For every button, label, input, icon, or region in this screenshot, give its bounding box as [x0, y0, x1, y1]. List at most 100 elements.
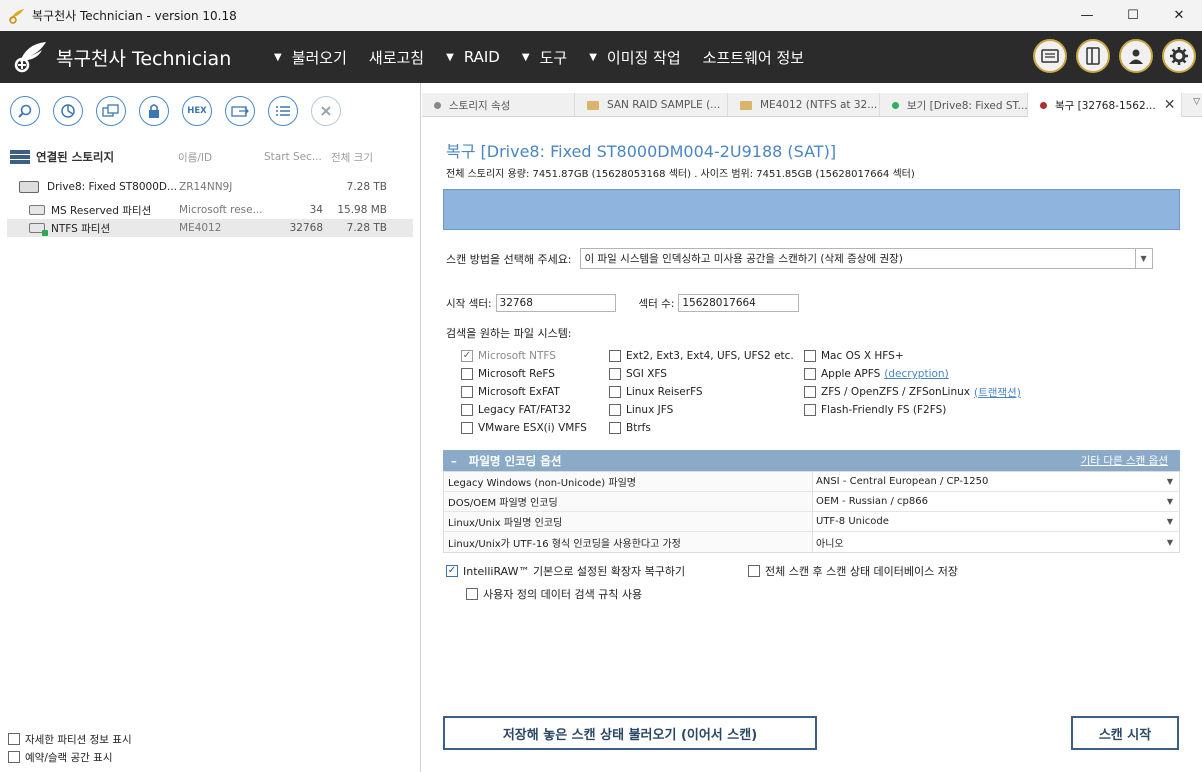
partition-icon	[29, 205, 45, 215]
scan-method-select[interactable]: 이 파일 시스템을 인덱싱하고 미사용 공간을 스캔하기 (삭제 증상에 권장)…	[579, 248, 1153, 269]
fs-option-apfs[interactable]: Apple APFS (decryption)	[804, 365, 1021, 383]
intelliraw-option[interactable]: ✓ IntelliRAW™ 기본으로 설정된 확장자 복구하기	[446, 563, 685, 579]
checkbox[interactable]	[466, 588, 478, 600]
fs-option-xfs[interactable]: SGI XFS	[609, 365, 794, 383]
storage-row-partition-selected[interactable]: NTFS 파티션 ME4012 32768 7.28 TB	[7, 219, 413, 237]
list-icon[interactable]	[268, 96, 298, 126]
user-icon[interactable]	[1119, 39, 1153, 73]
menu-refresh[interactable]: 새로고침	[369, 47, 424, 68]
close-icon[interactable]	[311, 96, 341, 126]
start-sector-input[interactable]: 32768	[495, 294, 616, 312]
apfs-decryption-link[interactable]: (decryption)	[884, 368, 948, 380]
checkbox[interactable]	[461, 368, 473, 380]
chevron-down-icon[interactable]: ▼	[1167, 477, 1173, 486]
custom-rules-option[interactable]: 사용자 정의 데이터 검색 규칙 사용	[466, 586, 642, 602]
lock-icon[interactable]	[139, 96, 169, 126]
fs-option-vmfs[interactable]: VMware ESX(i) VMFS	[461, 419, 587, 437]
fs-option-exfat[interactable]: Microsoft ExFAT	[461, 383, 587, 401]
chevron-down-icon[interactable]: ▼	[1134, 249, 1152, 268]
fs-option-ext[interactable]: Ext2, Ext3, Ext4, UFS, UFS2 etc.	[609, 347, 794, 365]
card-icon[interactable]	[1033, 39, 1067, 73]
col-name-id[interactable]: 이름/ID	[178, 150, 264, 165]
tab-view-drive8[interactable]: 보기 [Drive8: Fixed ST...	[880, 93, 1028, 117]
fs-option-f2fs[interactable]: Flash-Friendly FS (F2FS)	[804, 401, 1021, 419]
fs-option-refs[interactable]: Microsoft ReFS	[461, 365, 587, 383]
storage-row-drive[interactable]: Drive8: Fixed ST8000D... ZR14NN9J 7.28 T…	[19, 178, 413, 196]
collapse-icon[interactable]: –	[451, 454, 457, 468]
checkbox[interactable]	[609, 404, 621, 416]
file-system-title: 검색을 원하는 파일 시스템:	[446, 327, 572, 340]
encoding-row: Legacy Windows (non-Unicode) 파일명 ANSI - …	[444, 472, 1179, 492]
checkbox[interactable]: ✓	[461, 350, 473, 362]
checkbox[interactable]	[804, 404, 816, 416]
col-total-size[interactable]: 전체 크기	[331, 150, 373, 165]
chart-icon[interactable]	[53, 96, 83, 126]
fs-label: Ext2, Ext3, Ext4, UFS, UFS2 etc.	[626, 350, 794, 362]
recovery-header: 복구 [Drive8: Fixed ST8000DM004-2U9188 (SA…	[446, 138, 915, 180]
menu-load[interactable]: ▼ 불러오기	[274, 47, 347, 68]
encoding-select[interactable]: OEM - Russian / cp866 ▼	[813, 492, 1179, 511]
tab-me4012[interactable]: ME4012 (NTFS at 32...	[728, 93, 880, 117]
other-scan-options-link[interactable]: 기타 다른 스캔 옵션	[1081, 453, 1168, 468]
hex-icon[interactable]: HEX	[182, 96, 212, 126]
tab-list-dropdown-icon[interactable]: ▽	[1193, 97, 1200, 107]
checkbox[interactable]	[748, 565, 760, 577]
checkbox[interactable]: ✓	[446, 565, 458, 577]
checkbox[interactable]	[804, 368, 816, 380]
tab-close-icon[interactable]: ✕	[1164, 97, 1176, 113]
menu-tools[interactable]: ▼ 도구	[522, 47, 567, 68]
encoding-select[interactable]: ANSI - Central European / CP-1250 ▼	[813, 472, 1179, 491]
checkbox[interactable]	[461, 422, 473, 434]
maximize-button[interactable]: ☐	[1110, 0, 1156, 31]
load-scan-state-button[interactable]: 저장해 놓은 스캔 상태 불러오기 (이어서 스캔)	[443, 716, 817, 750]
tab-storage-properties[interactable]: 스토리지 속성	[422, 93, 575, 117]
col-start-sector[interactable]: Start Sec...	[264, 151, 331, 163]
zfs-transaction-link[interactable]: (트랜잭션)	[974, 385, 1021, 400]
storage-row-partition[interactable]: MS Reserved 파티션 Microsoft rese... 34 15.…	[29, 201, 413, 219]
fs-option-zfs[interactable]: ZFS / OpenZFS / ZFSonLinux (트랜잭션)	[804, 383, 1021, 401]
menu-imaging[interactable]: ▼ 이미징 작업	[589, 47, 680, 68]
chevron-down-icon[interactable]: ▼	[1167, 517, 1173, 526]
show-partition-details-option[interactable]: 자세한 파티션 정보 표시	[8, 730, 132, 748]
export-icon[interactable]	[225, 96, 255, 126]
tab-label: 보기 [Drive8: Fixed ST...	[907, 99, 1028, 112]
checkbox[interactable]	[609, 350, 621, 362]
tab-san-raid[interactable]: SAN RAID SAMPLE (...	[575, 93, 728, 117]
encoding-select[interactable]: UTF-8 Unicode ▼	[813, 512, 1179, 531]
menu-raid[interactable]: ▼ RAID	[446, 48, 500, 66]
fs-option-reiserfs[interactable]: Linux ReiserFS	[609, 383, 794, 401]
checkbox[interactable]	[609, 368, 621, 380]
checkbox[interactable]	[8, 733, 20, 745]
panels-icon[interactable]	[1076, 39, 1110, 73]
settings-icon[interactable]	[1162, 39, 1196, 73]
chevron-down-icon[interactable]: ▼	[1167, 538, 1173, 547]
left-bottom-options: 자세한 파티션 정보 표시 예약/슬랙 공간 표시	[8, 730, 132, 766]
menu-about[interactable]: 소프트웨어 정보	[703, 47, 804, 68]
option-label: IntelliRAW™ 기본으로 설정된 확장자 복구하기	[463, 565, 686, 578]
fs-option-hfs[interactable]: Mac OS X HFS+	[804, 347, 1021, 365]
checkbox[interactable]	[609, 386, 621, 398]
partition-icon	[29, 223, 48, 236]
fs-option-btrfs[interactable]: Btrfs	[609, 419, 794, 437]
fs-option-ntfs[interactable]: ✓ Microsoft NTFS	[461, 347, 587, 365]
checkbox[interactable]	[461, 386, 473, 398]
checkbox[interactable]	[609, 422, 621, 434]
copy-icon[interactable]	[96, 96, 126, 126]
encoding-options-header[interactable]: – 파일명 인코딩 옵션 기타 다른 스캔 옵션	[443, 450, 1180, 471]
sector-count-input[interactable]: 15628017664	[678, 294, 800, 312]
tab-recovery[interactable]: 복구 [32768-1562... ✕	[1028, 93, 1182, 117]
search-icon[interactable]	[10, 96, 40, 126]
checkbox[interactable]	[8, 751, 20, 763]
checkbox[interactable]	[804, 386, 816, 398]
save-scan-db-option[interactable]: 전체 스캔 후 스캔 상태 데이터베이스 저장	[748, 563, 958, 579]
fs-option-fat[interactable]: Legacy FAT/FAT32	[461, 401, 587, 419]
chevron-down-icon[interactable]: ▼	[1167, 497, 1173, 506]
show-slack-space-option[interactable]: 예약/슬랙 공간 표시	[8, 748, 132, 766]
encoding-select[interactable]: 아니오 ▼	[813, 532, 1179, 552]
minimize-button[interactable]: —	[1064, 0, 1110, 31]
fs-option-jfs[interactable]: Linux JFS	[609, 401, 794, 419]
start-scan-button[interactable]: 스캔 시작	[1071, 716, 1179, 750]
close-button[interactable]: ✕	[1156, 0, 1202, 31]
checkbox[interactable]	[461, 404, 473, 416]
checkbox[interactable]	[804, 350, 816, 362]
